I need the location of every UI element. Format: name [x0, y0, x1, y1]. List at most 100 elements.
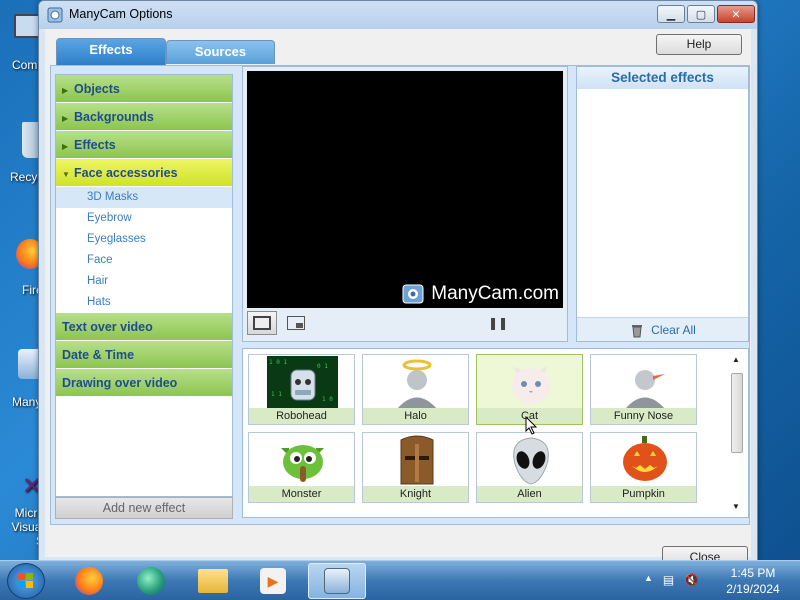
help-button[interactable]: Help — [656, 34, 742, 55]
picture-in-picture-icon — [287, 316, 305, 330]
category-label: Drawing over video — [62, 376, 178, 390]
taskbar-file-explorer[interactable] — [184, 563, 242, 599]
cat-image — [512, 366, 550, 404]
manycam-options-window: ManyCam Options ▁ ▢ ✕ Effects Sources He… — [38, 0, 758, 562]
windows-logo-icon — [18, 573, 33, 588]
effect-thumb-cat[interactable]: Cat — [476, 354, 583, 425]
effect-thumb-robohead[interactable]: 1 0 1 0 1 1 1 1 0 Robohead — [248, 354, 355, 425]
knight-image — [400, 435, 434, 485]
category-label: Objects — [74, 82, 120, 96]
system-tray: ▲ ▤ 🔇 — [644, 573, 699, 587]
category-label: Face accessories — [74, 166, 178, 180]
start-button[interactable] — [7, 563, 45, 599]
effect-thumb-knight[interactable]: Knight — [362, 432, 469, 503]
category-objects[interactable]: ▶ Objects — [56, 75, 232, 103]
manycam-logo-icon — [402, 284, 424, 304]
taskbar-media-player[interactable]: ▶ — [244, 563, 302, 599]
trash-icon — [632, 324, 643, 337]
taskbar-firefox[interactable] — [60, 563, 118, 599]
window-title: ManyCam Options — [69, 7, 173, 21]
effect-thumb-pumpkin[interactable]: Pumpkin — [590, 432, 697, 503]
full-view-button[interactable] — [247, 311, 277, 335]
robohead-image: 1 0 1 0 1 1 1 1 0 — [267, 356, 338, 409]
effect-thumb-monster[interactable]: Monster — [248, 432, 355, 503]
show-hidden-icons[interactable]: ▲ — [644, 573, 653, 587]
category-effects[interactable]: ▶ Effects — [56, 131, 232, 159]
folder-icon — [198, 569, 228, 593]
manycam-app-icon — [47, 7, 63, 23]
close-icon: ✕ — [731, 8, 741, 21]
clock-time: 1:45 PM — [730, 566, 776, 580]
tab-sources[interactable]: Sources — [166, 40, 275, 64]
browser-icon — [137, 567, 165, 595]
category-label: Backgrounds — [74, 110, 154, 124]
title-bar[interactable]: ManyCam Options ▁ ▢ ✕ — [39, 1, 757, 29]
monster-image — [281, 445, 324, 482]
effects-panel: ▶ Objects ▶ Backgrounds ▶ Effects ▼ Face acc… — [50, 65, 750, 525]
gallery-scrollbar[interactable]: ▲ ▼ — [730, 355, 744, 511]
selected-effects-title: Selected effects — [577, 67, 748, 89]
scroll-down-icon[interactable]: ▼ — [732, 502, 740, 511]
scrollbar-thumb[interactable] — [731, 373, 743, 453]
network-icon[interactable]: ▤ — [663, 573, 674, 587]
logo-text: ManyCam.com — [431, 283, 559, 304]
chevron-right-icon: ▶ — [62, 142, 69, 151]
svg-text:0 1: 0 1 — [317, 363, 328, 370]
subitem-hats[interactable]: Hats — [56, 292, 232, 313]
effect-name: Pumpkin — [591, 486, 696, 502]
pause-icon: ❚❚ — [487, 316, 509, 330]
pause-button[interactable]: ❚❚ — [483, 311, 513, 335]
category-date-time[interactable]: Date & Time — [56, 341, 232, 369]
halo-image — [397, 359, 437, 409]
minimize-button[interactable]: ▁ — [657, 5, 685, 23]
subitem-face[interactable]: Face — [56, 250, 232, 271]
subitem-eyebrow[interactable]: Eyebrow — [56, 208, 232, 229]
effect-name: Knight — [363, 486, 468, 502]
effect-thumb-halo[interactable]: Halo — [362, 354, 469, 425]
effect-thumb-funny-nose[interactable]: Funny Nose — [590, 354, 697, 425]
category-drawing-over-video[interactable]: Drawing over video — [56, 369, 232, 397]
pip-view-button[interactable] — [281, 311, 311, 335]
clock-date: 2/19/2024 — [726, 582, 780, 596]
svg-text:1 0 1: 1 0 1 — [269, 359, 287, 366]
effect-name: Funny Nose — [591, 408, 696, 424]
mouse-cursor-icon — [525, 416, 538, 435]
effect-name: Alien — [477, 486, 582, 502]
category-label: Date & Time — [62, 348, 135, 362]
preview-panel: ManyCam.com ❚❚ — [242, 66, 568, 342]
svg-text:1 1: 1 1 — [271, 391, 282, 398]
svg-text:1 0: 1 0 — [322, 396, 333, 403]
media-player-icon: ▶ — [260, 568, 286, 594]
window-client: Effects Sources Help ▶ Objects ▶ Backgroun… — [45, 29, 751, 561]
subitem-3d-masks[interactable]: 3D Masks — [56, 187, 232, 208]
effect-name: Halo — [363, 408, 468, 424]
subitem-hair[interactable]: Hair — [56, 271, 232, 292]
effect-thumb-alien[interactable]: Alien — [476, 432, 583, 503]
taskbar-manycam[interactable] — [308, 563, 366, 599]
taskbar-app[interactable] — [122, 563, 180, 599]
selected-effects-panel: Selected effects Clear All — [576, 66, 749, 342]
clock[interactable]: 1:45 PM 2/19/2024 — [718, 565, 788, 597]
clear-all-button[interactable]: Clear All — [577, 317, 748, 341]
volume-muted-icon[interactable]: 🔇 — [684, 573, 699, 587]
category-label: Text over video — [62, 320, 153, 334]
category-face-accessories[interactable]: ▼ Face accessories — [56, 159, 232, 187]
maximize-button[interactable]: ▢ — [687, 5, 715, 23]
scroll-up-icon[interactable]: ▲ — [732, 355, 740, 364]
taskbar: ▶ ▲ ▤ 🔇 1:45 PM 2/19/2024 — [0, 560, 800, 600]
manycam-icon — [324, 568, 350, 594]
firefox-icon — [75, 567, 103, 595]
chevron-right-icon: ▶ — [62, 86, 69, 95]
category-text-over-video[interactable]: Text over video — [56, 313, 232, 341]
effect-name: Monster — [249, 486, 354, 502]
tab-effects[interactable]: Effects — [56, 38, 166, 65]
video-preview: ManyCam.com — [247, 71, 563, 308]
close-window-button[interactable]: ✕ — [717, 5, 755, 23]
manycam-logo: ManyCam.com — [401, 282, 559, 306]
add-new-effect-button[interactable]: Add new effect — [55, 497, 233, 519]
subitem-eyeglasses[interactable]: Eyeglasses — [56, 229, 232, 250]
funny-nose-image — [625, 370, 665, 409]
category-backgrounds[interactable]: ▶ Backgrounds — [56, 103, 232, 131]
minimize-icon: ▁ — [666, 8, 676, 21]
clear-all-label: Clear All — [651, 322, 696, 337]
